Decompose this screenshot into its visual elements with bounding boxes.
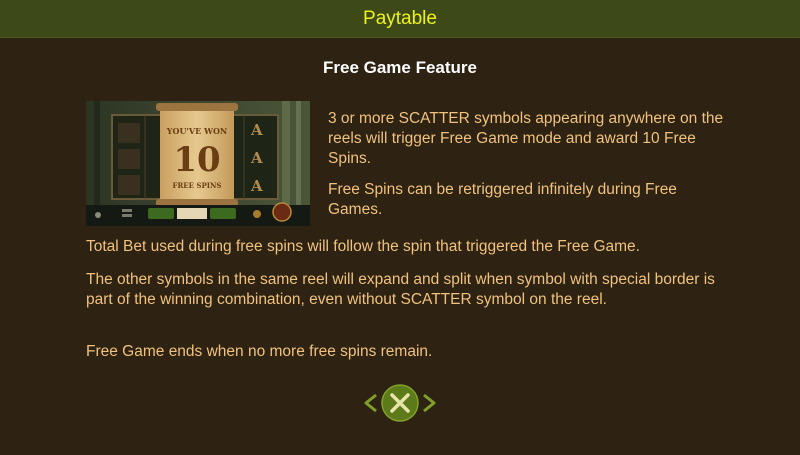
scatter-trigger-text: 3 or more SCATTER symbols appearing anyw… — [328, 110, 724, 167]
svg-text:10: 10 — [173, 140, 220, 180]
next-page-button[interactable] — [420, 392, 438, 414]
previous-page-button[interactable] — [362, 392, 380, 414]
close-paytable-button[interactable] — [380, 383, 420, 423]
svg-text:A: A — [250, 149, 263, 167]
slot-game-preview-image: A A K A A A YOU'VE WON 10 FREE SPINS — [86, 101, 310, 226]
free-game-end-text: Free Game ends when no more free spins r… — [86, 343, 433, 360]
total-bet-text: Total Bet used during free spins will fo… — [86, 238, 640, 255]
svg-text:A: A — [250, 121, 263, 139]
chevron-left-icon — [364, 393, 377, 413]
header-title: Paytable — [363, 7, 437, 29]
svg-text:FREE SPINS: FREE SPINS — [173, 181, 222, 190]
svg-text:A: A — [250, 177, 263, 195]
section-title: Free Game Feature — [322, 58, 477, 77]
close-x-icon — [381, 384, 419, 422]
header-bar: Paytable — [0, 0, 800, 38]
svg-text:YOU'VE WON: YOU'VE WON — [166, 126, 227, 136]
retrigger-text: Free Spins can be retriggered infinitely… — [328, 181, 677, 218]
paytable-navigation — [362, 381, 438, 423]
chevron-right-icon — [423, 393, 436, 413]
expand-split-text: The other symbols in the same reel will … — [86, 271, 715, 308]
feature-screenshot-thumbnail: A A K A A A YOU'VE WON 10 FREE SPINS — [86, 101, 310, 226]
